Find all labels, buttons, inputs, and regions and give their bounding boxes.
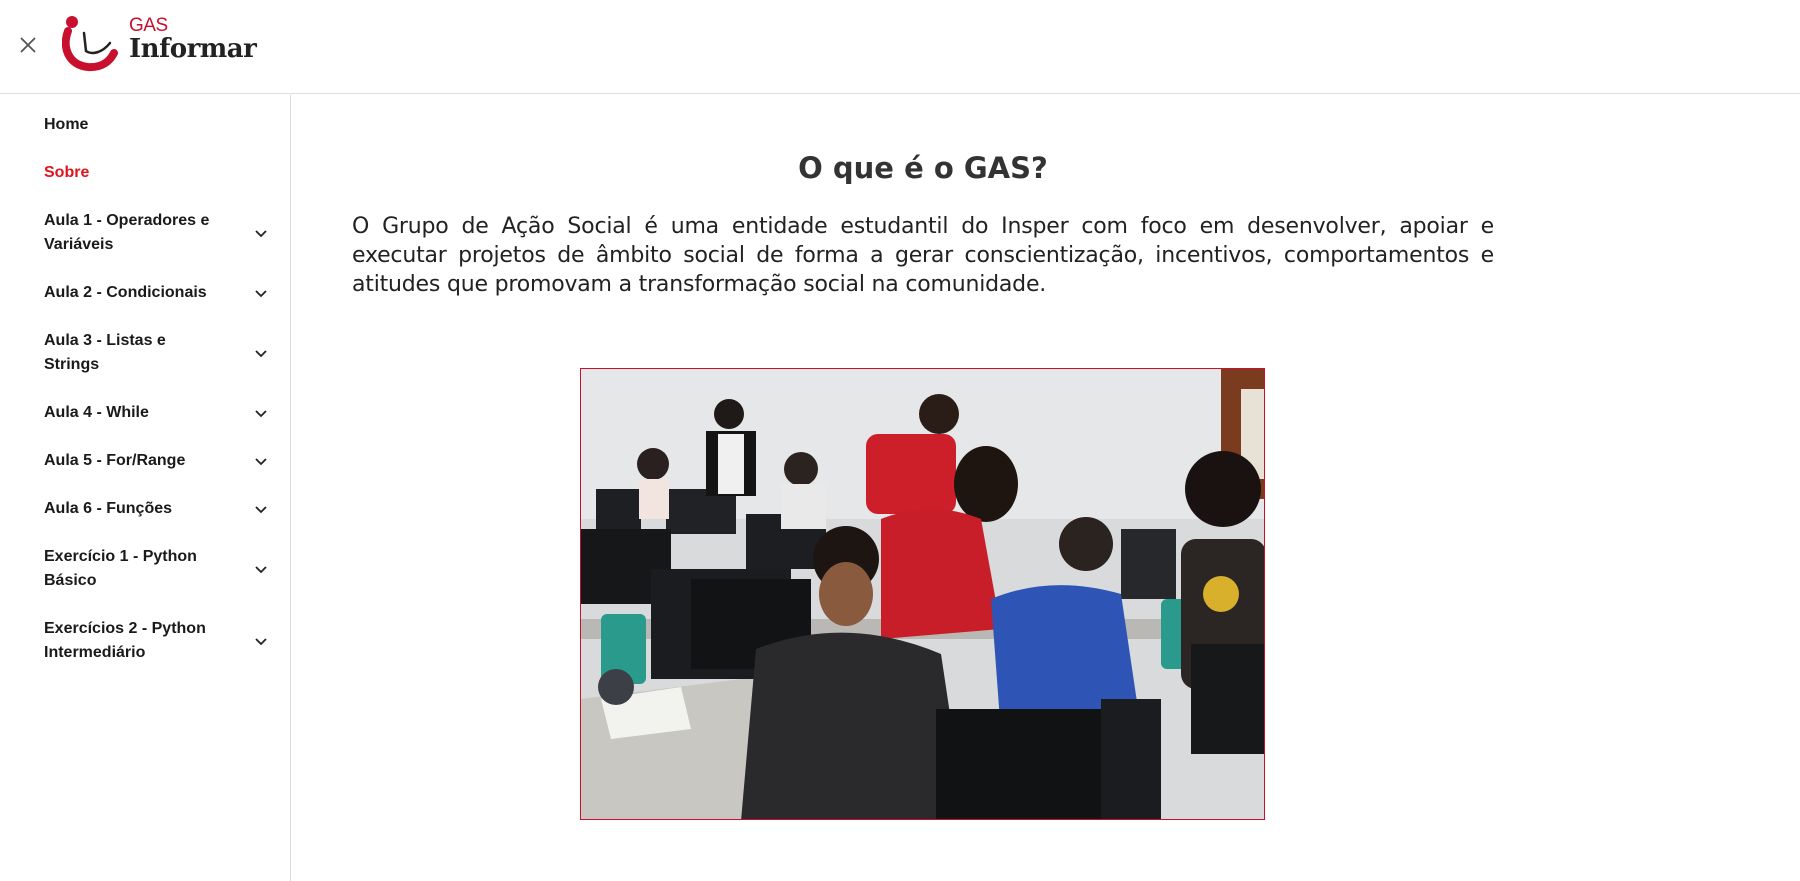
sidebar-item-aula-1[interactable]: Aula 1 - Operadores e Variáveis xyxy=(44,209,276,257)
sidebar-nav: Home Sobre Aula 1 - Operadores e Variáve… xyxy=(0,95,291,881)
top-header: GAS Informar xyxy=(0,0,1800,94)
sidebar-item-aula-2[interactable]: Aula 2 - Condicionais xyxy=(44,281,276,305)
sidebar-item-exercicio-1[interactable]: Exercício 1 - Python Básico xyxy=(44,545,276,593)
sidebar-item-label: Aula 1 - Operadores e Variáveis xyxy=(44,212,210,253)
sidebar-item-aula-6[interactable]: Aula 6 - Funções xyxy=(44,497,276,521)
sidebar-item-exercicios-2[interactable]: Exercícios 2 - Python Intermediário xyxy=(44,617,276,665)
sidebar-item-label: Aula 6 - Funções xyxy=(44,500,173,517)
sidebar-item-label: Aula 4 - While xyxy=(44,404,149,421)
sidebar-item-home[interactable]: Home xyxy=(44,113,276,137)
chevron-down-icon[interactable] xyxy=(254,406,268,420)
logo-mark-icon xyxy=(62,16,118,72)
sidebar-item-label: Aula 5 - For/Range xyxy=(44,452,186,469)
sidebar-item-label: Exercícios 2 - Python Intermediário xyxy=(44,620,206,661)
classroom-photo xyxy=(580,368,1265,820)
site-logo[interactable]: GAS Informar xyxy=(62,13,262,73)
chevron-down-icon[interactable] xyxy=(254,634,268,648)
about-description: O Grupo de Ação Social é uma entidade es… xyxy=(352,214,1494,297)
sidebar-item-label: Exercício 1 - Python Básico xyxy=(44,548,197,589)
chevron-down-icon[interactable] xyxy=(254,226,268,240)
chevron-down-icon[interactable] xyxy=(254,502,268,516)
page-title: O que é o GAS? xyxy=(798,151,1048,185)
main-content: O que é o GAS? O Grupo de Ação Social é … xyxy=(292,95,1800,881)
chevron-down-icon[interactable] xyxy=(254,562,268,576)
sidebar-item-aula-3[interactable]: Aula 3 - Listas e Strings xyxy=(44,329,276,377)
sidebar-item-label: Aula 2 - Condicionais xyxy=(44,284,207,301)
chevron-down-icon[interactable] xyxy=(254,346,268,360)
close-icon[interactable] xyxy=(17,34,39,56)
sidebar-item-label: Aula 3 - Listas e Strings xyxy=(44,332,166,373)
sidebar-item-aula-4[interactable]: Aula 4 - While xyxy=(44,401,276,425)
sidebar-item-aula-5[interactable]: Aula 5 - For/Range xyxy=(44,449,276,473)
chevron-down-icon[interactable] xyxy=(254,454,268,468)
sidebar-item-label: Sobre xyxy=(44,164,90,181)
logo-name-text: Informar xyxy=(129,34,257,64)
sidebar-item-label: Home xyxy=(44,116,89,133)
sidebar-item-sobre[interactable]: Sobre xyxy=(44,161,276,185)
chevron-down-icon[interactable] xyxy=(254,286,268,300)
